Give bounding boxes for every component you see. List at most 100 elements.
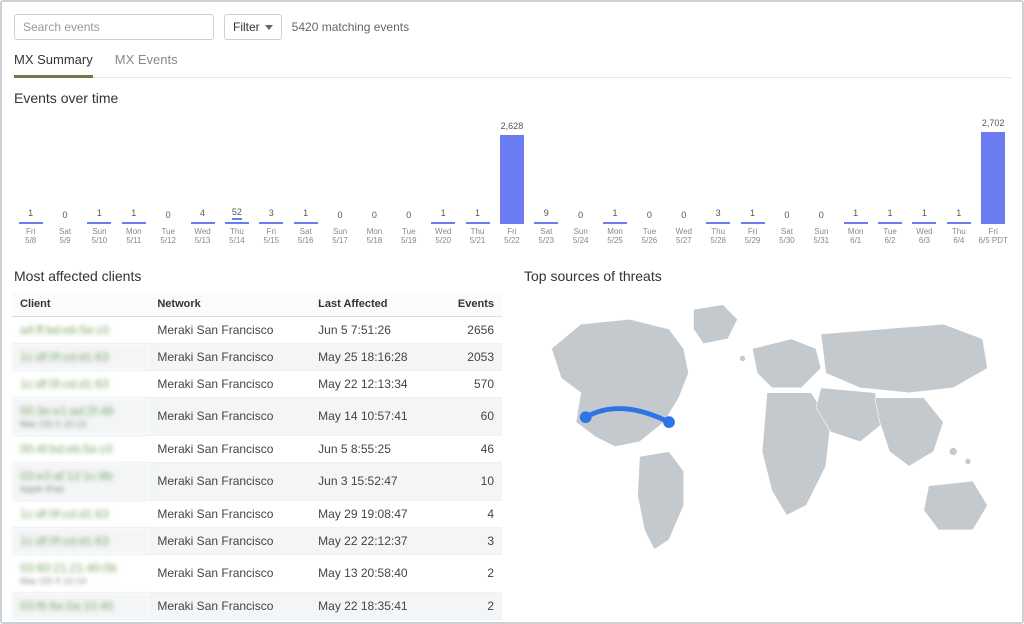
chart-x-label: Thu5/14 [220,228,253,246]
chart-bar-rect [741,222,765,224]
cell-events: 2656 [439,316,502,343]
chart-bar[interactable]: 2,628 [495,121,528,224]
chart-bar[interactable]: 3 [702,208,735,224]
cell-network: Meraki San Francisco [149,527,310,554]
chart-bar[interactable]: 0 [667,210,700,224]
cell-network: Meraki San Francisco [149,397,310,435]
table-row[interactable]: 1c:df:0f:cd:d1:63Meraki San FranciscoMay… [12,370,502,397]
search-input[interactable]: Search events [14,14,214,40]
chart-bar-rect [191,222,215,224]
chart-bar[interactable]: 0 [564,210,597,224]
table-row[interactable]: 1c:df:0f:cd:d1:63Meraki San FranciscoMay… [12,343,502,370]
client-subtext: Mac OS X 10.14 [20,419,141,429]
chart-value-label: 1 [303,208,308,220]
chevron-down-icon [265,25,273,30]
col-network[interactable]: Network [149,292,310,317]
cell-client: a4:ff:bd:eb:5e:c0 [12,316,149,343]
chart-bar[interactable]: 1 [289,208,322,224]
chart-bar[interactable]: 0 [358,210,391,224]
chart-x-label: Thu6/4 [942,228,975,246]
chart-bar[interactable]: 1 [598,208,631,224]
chart-bar-rect [225,222,249,224]
chart-bar[interactable]: 0 [152,210,185,224]
chart-x-label: Fri5/22 [495,228,528,246]
chart-bar[interactable]: 1 [736,208,769,224]
col-last[interactable]: Last Affected [310,292,438,317]
chart-value-label: 3 [716,208,721,220]
cell-events: 3 [439,527,502,554]
top-sources-title: Top sources of threats [524,268,1012,284]
chart-bar-rect [534,222,558,224]
cell-last-affected: May 22 22:12:37 [310,527,438,554]
chart-bar[interactable]: 1 [427,208,460,224]
cell-network: Meraki San Francisco [149,370,310,397]
chart-bar[interactable]: 1 [942,208,975,224]
cell-last-affected: May 22 18:35:41 [310,592,438,619]
chart-bar[interactable]: 1 [117,208,150,224]
chart-bar[interactable]: 0 [805,210,838,224]
chart-bar[interactable]: 1 [908,208,941,224]
chart-x-label: Fri5/15 [255,228,288,246]
chart-bar[interactable]: 0 [48,210,81,224]
chart-value-label: 4 [200,208,205,220]
chart-bar[interactable]: 2,702 [977,118,1010,224]
chart-bar[interactable]: 4 [186,208,219,224]
cell-events: 60 [439,397,502,435]
chart-bar[interactable]: 3 [255,208,288,224]
table-row[interactable]: 03:e3:af:12:1c:8bApple iPadMeraki San Fr… [12,462,502,500]
chart-value-label: 0 [406,210,411,222]
chart-value-label: 1 [888,208,893,220]
tab-mx-summary[interactable]: MX Summary [14,46,93,78]
chart-bar[interactable]: 1 [14,208,47,224]
chart-x-label: Sat5/30 [770,228,803,246]
tab-mx-events[interactable]: MX Events [115,46,178,77]
chart-bar[interactable]: 9 [530,208,563,224]
most-affected-clients-title: Most affected clients [14,268,502,284]
chart-x-label: Wed6/3 [908,228,941,246]
chart-value-label: 0 [63,210,68,222]
table-row[interactable]: 1c:df:0f:cd:d1:63Meraki San FranciscoMay… [12,527,502,554]
client-subtext: Apple iPad [20,484,141,494]
chart-bar[interactable]: 52 [220,207,253,224]
chart-value-label: 0 [819,210,824,222]
cell-network: Meraki San Francisco [149,316,310,343]
cell-events: 4 [439,500,502,527]
table-row[interactable]: 00:4f:bd:eb:5e:c0Meraki San FranciscoJun… [12,435,502,462]
cell-events: 46 [439,435,502,462]
chart-bar[interactable]: 1 [461,208,494,224]
table-row[interactable]: 03:60:21:21:40:0bMac OS X 10.14Meraki Sa… [12,554,502,592]
filter-label: Filter [233,20,260,34]
world-map[interactable] [522,292,1012,567]
chart-x-label: Sun5/10 [83,228,116,246]
cell-client: 03:f6:6e:0a:10:40 [12,592,149,619]
cell-events: 10 [439,462,502,500]
chart-bar[interactable]: 0 [633,210,666,224]
chart-x-label: Tue6/2 [873,228,906,246]
chart-bar[interactable]: 0 [323,210,356,224]
chart-bar-rect [947,222,971,224]
table-row[interactable]: 1c:df:0f:cd:d1:63Meraki San FranciscoMay… [12,500,502,527]
table-row[interactable]: 00:3e:e1:ad:2f:48Mac OS X 10.14Meraki Sa… [12,397,502,435]
table-row[interactable]: 03:f6:6e:0a:10:40Meraki San FranciscoMay… [12,592,502,619]
app-frame: Search events Filter 5420 matching event… [0,0,1024,624]
chart-x-label: Wed5/27 [667,228,700,246]
table-row[interactable]: a4:ff:bd:eb:5e:c0Meraki San FranciscoJun… [12,316,502,343]
filter-button[interactable]: Filter [224,14,282,40]
chart-value-label: 1 [97,208,102,220]
chart-x-label: Wed5/13 [186,228,219,246]
chart-x-label: Sun5/31 [805,228,838,246]
cell-events: 2053 [439,343,502,370]
chart-bar[interactable]: 1 [873,208,906,224]
chart-x-label: Sat5/16 [289,228,322,246]
chart-value-label: 1 [441,208,446,220]
cell-client: 00:3e:e1:ad:2f:48Mac OS X 10.14 [12,397,149,435]
chart-bar[interactable]: 0 [392,210,425,224]
chart-value-label: 0 [647,210,652,222]
chart-value-label: 1 [956,208,961,220]
chart-bar[interactable]: 0 [770,210,803,224]
tabs: MX Summary MX Events [14,46,1012,78]
col-client[interactable]: Client [12,292,149,317]
chart-bar[interactable]: 1 [839,208,872,224]
col-events[interactable]: Events [439,292,502,317]
chart-bar[interactable]: 1 [83,208,116,224]
